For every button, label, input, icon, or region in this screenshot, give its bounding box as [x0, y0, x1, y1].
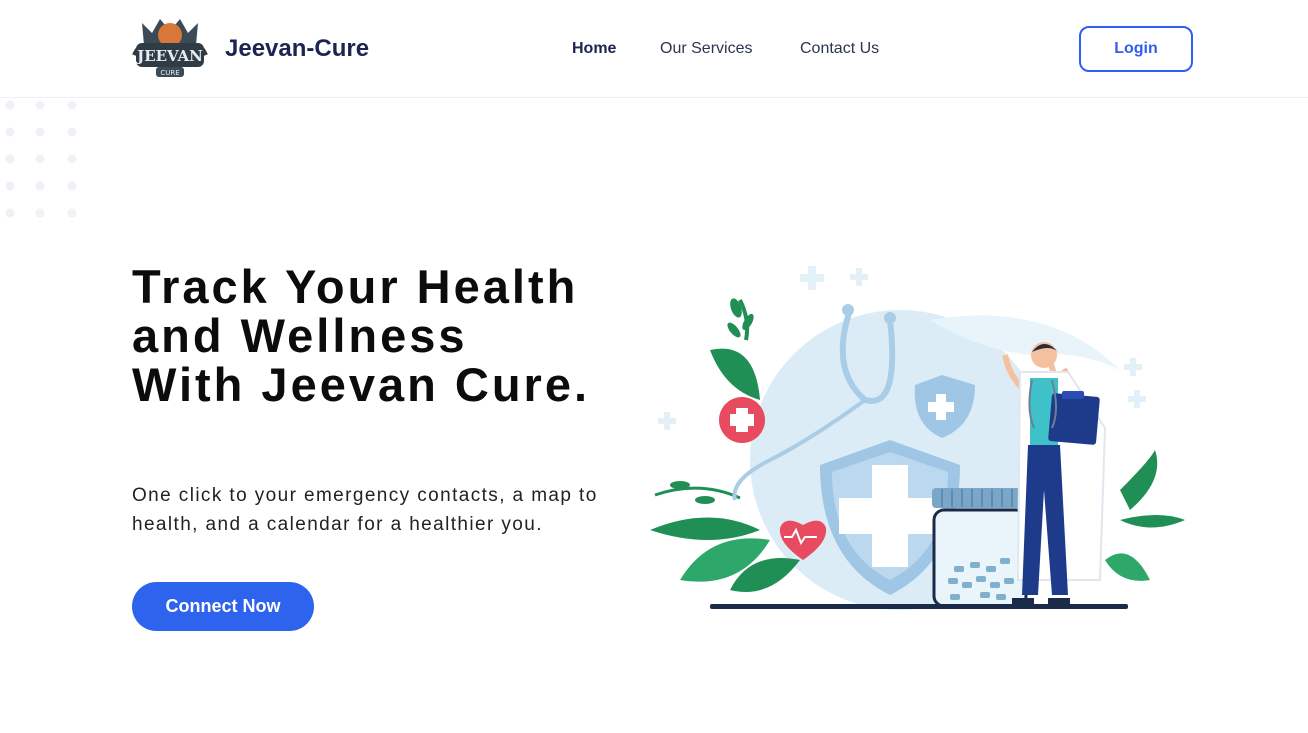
hero-subtext: One click to your emergency contacts, a …: [132, 485, 598, 535]
brand-name[interactable]: Jeevan-Cure: [225, 35, 369, 63]
nav-link-our-services[interactable]: Our Services: [660, 40, 752, 58]
nav-link-home[interactable]: Home: [572, 40, 616, 58]
svg-text:JEEVAN: JEEVAN: [135, 47, 203, 65]
nav-link-contact-us[interactable]: Contact Us: [800, 40, 879, 58]
doctor-health-care-illustration-icon: [650, 266, 1185, 610]
svg-text:CURE: CURE: [160, 69, 179, 77]
hero-headline: Track Your Health and Wellness With Jeev…: [132, 260, 591, 411]
login-button[interactable]: Login: [1079, 26, 1193, 72]
brand-logo-icon[interactable]: JEEVAN CURE: [130, 15, 210, 83]
decorative-dot-grid: [5, 100, 77, 218]
navbar: JEEVAN CURE Jeevan-Cure Home Our Service…: [0, 0, 1308, 98]
connect-now-button[interactable]: Connect Now: [132, 582, 314, 631]
